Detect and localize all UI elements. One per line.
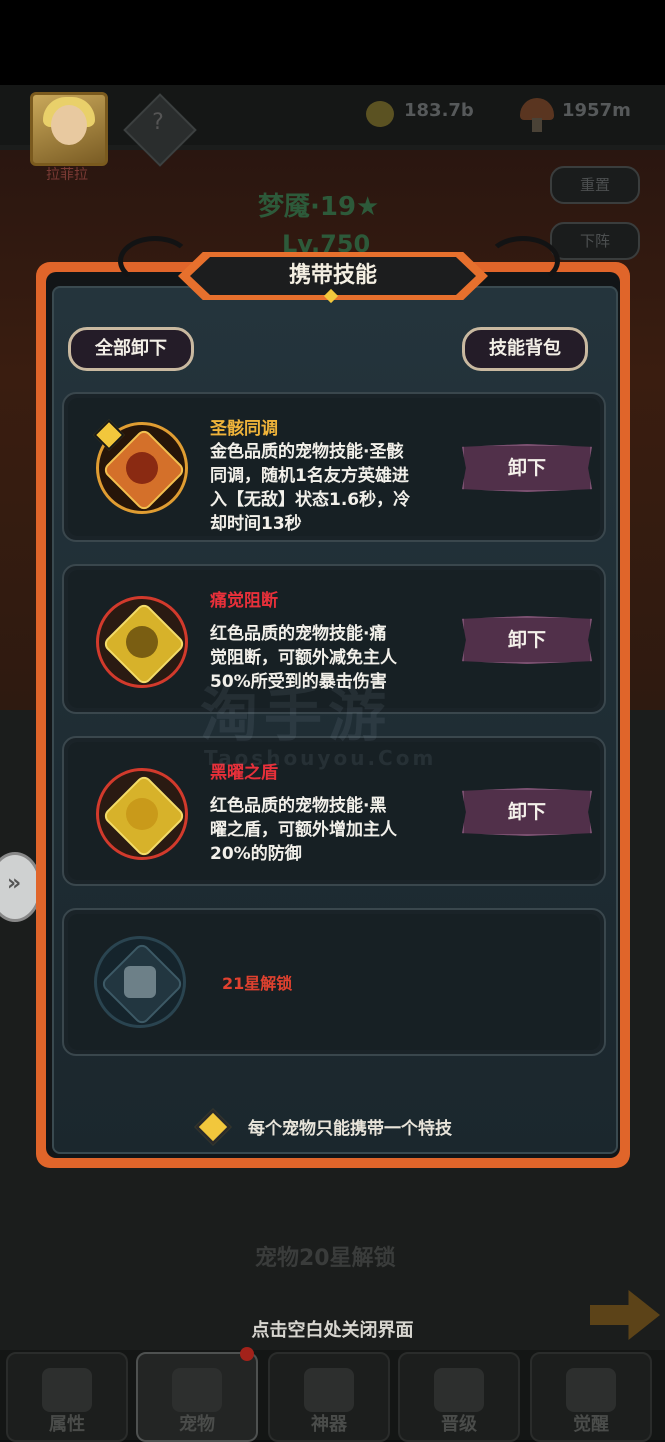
dismiss-button[interactable]: 下阵 [550,222,640,260]
unlock-requirement: 21星解锁 [222,974,293,993]
mushroom-stem [532,118,542,132]
gold-amount: 183.7b [404,100,474,121]
locked-skill-slot [62,908,606,1056]
status-bar-area [0,0,665,85]
right-horn-ornament [486,236,560,286]
reset-button[interactable]: 重置 [550,166,640,204]
nav-artifact[interactable]: 神器 [268,1352,390,1442]
close-hint: 点击空白处关闭界面 [251,1320,414,1341]
icon-core [126,626,158,658]
rank-icon [434,1368,484,1412]
nav-label: 晋级 [441,1414,477,1435]
skill-description: 金色品质的宠物技能·圣骸 同调，随机1名友方英雄进 入【无敌】状态1.6秒，冷 … [210,440,410,536]
watermark-url: Taoshouyou.Com [204,746,437,770]
lotus-icon [566,1368,616,1412]
skill-card: 圣骸同调 金色品质的宠物技能·圣骸 同调，随机1名友方英雄进 入【无敌】状态1.… [62,392,606,542]
question-icon: ? [152,110,164,135]
icon-core [126,452,158,484]
footer-note: 每个宠物只能携带一个特技 [248,1119,452,1139]
nav-label: 属性 [49,1414,85,1435]
skill-name: 痛觉阻断 [210,591,278,611]
nav-label: 宠物 [179,1414,215,1435]
nav-promote[interactable]: 晋级 [398,1352,520,1442]
nav-attributes[interactable]: 属性 [6,1352,128,1442]
skill-description: 红色品质的宠物技能·黑 曜之盾，可额外增加主人 20%的防御 [210,794,397,866]
unload-button[interactable]: 卸下 [462,616,592,664]
paw-icon [172,1368,222,1412]
modal-title: 携带技能 [288,263,377,288]
pet-20-star-lock-label: 宠物20星解锁 [255,1246,396,1271]
shield-icon[interactable] [96,768,188,860]
nav-label: 神器 [311,1414,347,1435]
nav-label: 觉醒 [573,1414,609,1435]
chevron-right-icon: » [7,871,22,896]
notification-dot [240,1347,254,1361]
pet-title: 梦魇·19★ [258,192,380,222]
crown-icon [304,1368,354,1412]
claw-strike-icon[interactable] [96,596,188,688]
gold-coin-icon [366,101,394,127]
desc-line: 同调，随机1名友方英雄进 [210,466,409,486]
hero-avatar[interactable] [30,92,108,166]
hero-name: 拉菲拉 [46,167,88,183]
nav-pet[interactable]: 宠物 [136,1352,258,1442]
desc-line: 金色品质的宠物技能·圣骸 [210,442,404,462]
skill-name: 圣骸同调 [210,419,278,439]
watermark-logo: 淘手游 [200,681,393,749]
unload-all-button[interactable]: 全部卸下 [68,327,194,371]
desc-line: 20%的防御 [210,844,302,864]
icon-core [124,966,156,998]
fist-icon [42,1368,92,1412]
avatar-face [51,105,87,145]
skill-bag-button[interactable]: 技能背包 [462,327,588,371]
desc-line: 入【无敌】状态1.6秒，冷 [210,490,411,510]
unload-button[interactable]: 卸下 [462,788,592,836]
nav-awaken[interactable]: 觉醒 [530,1352,652,1442]
icon-core [126,798,158,830]
desc-line: 曜之盾，可额外增加主人 [210,820,397,840]
desc-line: 红色品质的宠物技能·痛 [210,624,387,644]
unload-button[interactable]: 卸下 [462,444,592,492]
mushroom-amount: 1957m [562,100,631,121]
desc-line: 觉阻断，可额外减免主人 [210,648,397,668]
lock-icon [94,936,186,1028]
desc-line: 却时间13秒 [210,514,302,534]
desc-line: 红色品质的宠物技能·黑 [210,796,387,816]
